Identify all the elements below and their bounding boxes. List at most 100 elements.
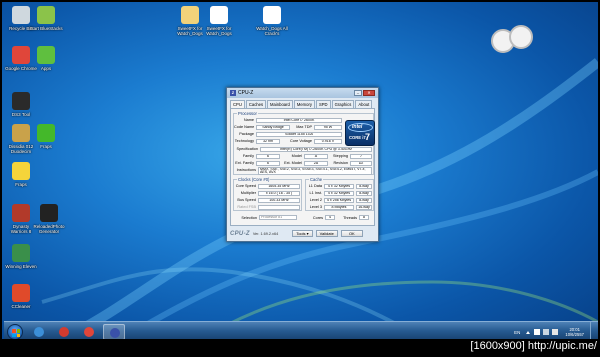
- network-icon[interactable]: [543, 329, 550, 335]
- show-desktop-button[interactable]: [590, 322, 596, 339]
- tab-strip: CPU Caches Mainboard Memory SPD Graphics…: [227, 98, 378, 108]
- recycle-bin-icon: [12, 6, 30, 24]
- watermark: [1600x900] http://upic.me/: [470, 340, 597, 352]
- taskbar-user-button[interactable]: [53, 324, 75, 339]
- extfamily-label: Ext. Family: [235, 161, 254, 165]
- fraps-icon: [37, 124, 55, 142]
- desktop-icon-label: CCleaner: [11, 304, 31, 309]
- cpuz-window[interactable]: Z CPU-Z – ✕ CPU Caches Mainboard Memory …: [226, 87, 379, 242]
- rp-icon: [40, 204, 58, 222]
- chrome-icon: [84, 327, 94, 337]
- selection-dropdown[interactable]: Processor #1: [259, 215, 297, 220]
- clocks-group: Clocks (Core #0) Core Speed 1605.35 MHz …: [233, 177, 302, 211]
- minimize-button[interactable]: –: [354, 90, 362, 96]
- desktop-icon[interactable]: Watch_Dogs All Crack's: [255, 6, 289, 36]
- screen: Recycle Bin Start BlueStacks SweetFX for W…: [0, 0, 600, 357]
- l1i-value: 4 x 32 KBytes: [324, 191, 354, 196]
- stepping-label: Stepping: [333, 154, 348, 158]
- tools-button[interactable]: Tools ▾: [292, 230, 313, 237]
- tab-memory[interactable]: Memory: [293, 100, 315, 108]
- maxtdp-label: Max TDP: [296, 125, 312, 129]
- desktop-icon[interactable]: Fraps: [29, 124, 63, 149]
- validate-button[interactable]: Validate: [315, 230, 338, 237]
- folder-icon: [181, 6, 199, 24]
- desktop-icon-label: Fraps: [40, 144, 52, 149]
- extmodel-value: 2A: [304, 161, 328, 166]
- volume-icon[interactable]: [552, 329, 559, 335]
- package-label: Package: [239, 132, 254, 136]
- desktop-icon-label: SweetFX for Watch_Dogs: [206, 26, 232, 36]
- desktop-icon-label: Fraps: [15, 182, 27, 187]
- multiplier-value: x 16.0 ( 16 - 35 ): [258, 191, 300, 196]
- l2-value: 4 x 256 KBytes: [324, 198, 354, 203]
- l1d-value: 4 x 32 KBytes: [324, 184, 354, 189]
- desktop-icon[interactable]: SweetFX for Watch_Dogs: [202, 6, 236, 36]
- cores-label: Cores: [312, 216, 323, 220]
- clock[interactable]: 20:01 10/6/2557: [565, 327, 584, 337]
- desktop[interactable]: Recycle Bin Start BlueStacks SweetFX for W…: [2, 2, 598, 339]
- tab-cpu[interactable]: CPU: [230, 100, 245, 108]
- stepping-value: 7: [350, 154, 372, 159]
- processor-group: Processor Name Intel Core i7 2600K Code …: [233, 111, 375, 175]
- ratedfsb-value: [258, 205, 300, 210]
- model-label: Model: [291, 154, 302, 158]
- logo-number: 7: [365, 132, 371, 142]
- game-icon: [12, 204, 30, 222]
- chrome-icon: [12, 46, 30, 64]
- spec-value: Intel(R) Core(TM) i7-2600K CPU @ 3.40GHz: [260, 147, 372, 152]
- threads-label: Threads: [343, 216, 357, 220]
- family-label: Family: [242, 154, 254, 158]
- multiplier-label: Multiplier: [240, 191, 256, 195]
- desktop-icon[interactable]: Winning Eleven: [4, 244, 38, 269]
- technology-value: 32 nm: [256, 139, 280, 144]
- instructions-value: MMX, SSE, SSE2, SSE3, SSSE3, SSE4.1, SSE…: [258, 167, 372, 175]
- desktop-icon[interactable]: CCleaner: [4, 284, 38, 309]
- package-value: Socket 1155 LGA: [256, 132, 342, 137]
- cores-value: 4: [325, 215, 335, 220]
- maxtdp-value: 95 W: [314, 125, 342, 130]
- system-tray: EN 20:01 10/6/2557: [514, 322, 596, 339]
- ok-button[interactable]: OK: [340, 230, 363, 237]
- desktop-icon[interactable]: DS3 Tool: [4, 92, 38, 117]
- taskbar-cpuz-button[interactable]: [103, 324, 125, 339]
- extfamily-value: 6: [256, 161, 280, 166]
- action-center-icon[interactable]: [534, 329, 541, 335]
- ccleaner-icon: [12, 284, 30, 302]
- codename-label: Code Name: [234, 125, 255, 129]
- instructions-label: Instructions: [236, 168, 256, 172]
- corespeed-label: Core Speed: [235, 184, 256, 188]
- document-icon: [210, 6, 228, 24]
- revision-value: D2: [350, 161, 372, 166]
- tab-about[interactable]: About: [355, 100, 373, 108]
- tab-graphics[interactable]: Graphics: [331, 100, 355, 108]
- tab-mainboard[interactable]: Mainboard: [267, 100, 293, 108]
- taskbar-ie-button[interactable]: [28, 324, 50, 339]
- start-button[interactable]: [7, 324, 23, 339]
- taskbar-chrome-button[interactable]: [78, 324, 100, 339]
- l1i-way: 8-way: [356, 191, 372, 196]
- l1d-label: L1 Data: [308, 184, 322, 188]
- tab-spd[interactable]: SPD: [315, 100, 331, 108]
- show-hidden-icons-icon[interactable]: [526, 330, 531, 334]
- clock-gadget-icon[interactable]: [491, 25, 537, 61]
- close-button[interactable]: ✕: [363, 90, 375, 96]
- desktop-icon[interactable]: Fraps: [4, 162, 38, 187]
- desktop-icon-label: Winning Eleven: [5, 264, 37, 269]
- apps-icon: [37, 46, 55, 64]
- l3-way: 16-way: [356, 205, 372, 210]
- desktop-icon[interactable]: ReloadedPhoto Generator: [32, 204, 66, 234]
- model-value: A: [304, 154, 328, 159]
- desktop-icon[interactable]: Apps: [29, 46, 63, 71]
- cpuz-icon: [110, 328, 120, 338]
- corevoltage-label: Core Voltage: [290, 139, 312, 143]
- processor-group-title: Processor: [237, 111, 258, 116]
- cpuz-titlebar[interactable]: Z CPU-Z – ✕: [227, 88, 378, 98]
- desktop-icon[interactable]: Start BlueStacks: [29, 6, 63, 31]
- l1i-label: L1 Inst.: [309, 191, 322, 195]
- l1d-way: 8-way: [356, 184, 372, 189]
- language-indicator[interactable]: EN: [514, 330, 520, 335]
- desktop-icon-label: ReloadedPhoto Generator: [33, 224, 65, 234]
- tab-caches[interactable]: Caches: [245, 100, 267, 108]
- intel-core-i7-logo: intel CORE i7 7: [345, 120, 375, 146]
- corespeed-value: 1605.35 MHz: [258, 184, 300, 189]
